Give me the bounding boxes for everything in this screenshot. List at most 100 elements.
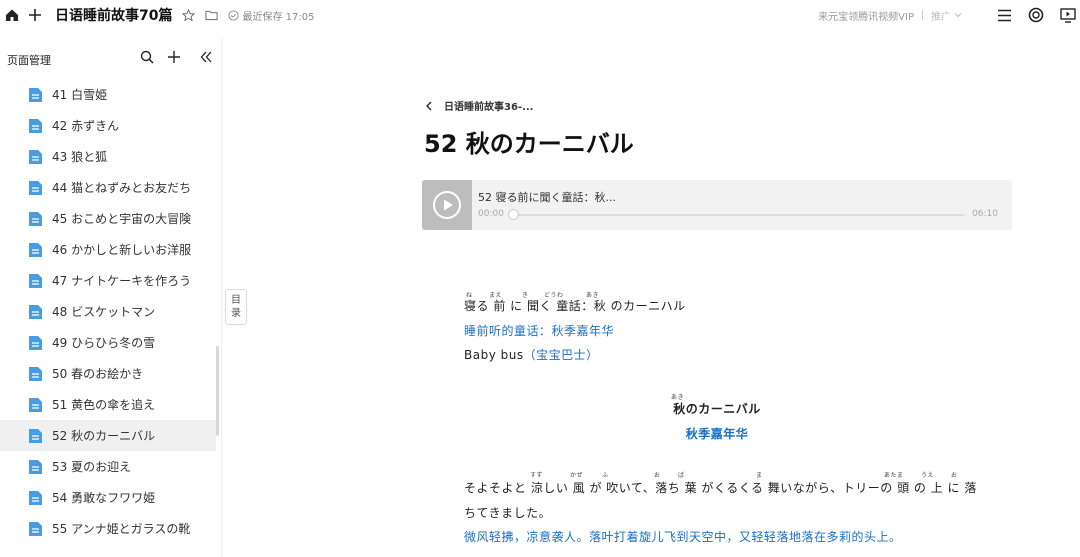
document-file-icon <box>29 335 42 350</box>
sidebar-item-54[interactable]: 54 勇敢なフワワ姫 <box>0 482 216 513</box>
sidebar-item-label: 43 狼と狐 <box>52 150 108 164</box>
document-file-icon <box>29 87 42 102</box>
sidebar-item-label: 47 ナイトケーキを作ろう <box>52 274 192 288</box>
search-icon[interactable] <box>140 50 154 64</box>
document-file-icon <box>29 180 42 195</box>
collapse-sidebar-icon[interactable] <box>199 50 213 64</box>
sidebar-item-label: 50 春のお絵かき <box>52 367 144 381</box>
audio-progress-track[interactable] <box>512 214 964 216</box>
document-file-icon <box>29 428 42 443</box>
sidebar-item-label: 49 ひらひら冬の雪 <box>52 336 156 350</box>
sidebar-title: 页面管理 <box>7 54 51 67</box>
promo-label[interactable]: 推广 <box>931 8 951 23</box>
ruby-reading: ば <box>678 472 685 479</box>
play-icon <box>433 191 461 219</box>
sidebar-item-50[interactable]: 50 春のお絵かき <box>0 358 216 389</box>
vip-promo-link[interactable]: 来元宝领腾讯视频VIP <box>818 8 914 23</box>
play-button[interactable] <box>422 180 472 230</box>
sidebar-item-label: 54 勇敢なフワワ姫 <box>52 491 156 505</box>
story-heading-japanese: 秋のカーニバル <box>673 402 761 416</box>
source-name-chinese: （宝宝巴士） <box>523 348 599 362</box>
sidebar-item-49[interactable]: 49 ひらひら冬の雪 <box>0 327 216 358</box>
document-file-icon <box>29 304 42 319</box>
audio-player: 52 寝る前に聞く童話：秋... 00:00 06:10 <box>422 180 1012 230</box>
divider <box>922 10 923 20</box>
ruby-reading: あたま <box>884 472 904 479</box>
subtitle-japanese: 寝る 前 に 聞く 童話：秋 のカーニハル <box>464 299 686 313</box>
table-of-contents-tab[interactable]: 目 录 <box>225 289 247 325</box>
sidebar-item-52-active[interactable]: 52 秋のカーニバル <box>0 420 216 451</box>
audio-current-time: 00:00 <box>478 209 504 219</box>
add-icon[interactable] <box>28 8 42 22</box>
sidebar-item-45[interactable]: 45 おこめと宇宙の大冒険 <box>0 203 216 234</box>
present-icon[interactable] <box>1060 7 1076 23</box>
ruby-reading: お <box>654 472 661 479</box>
ruby-reading: ふ <box>602 472 609 479</box>
top-bar: 日语睡前故事70篇 最近保存 17:05 来元宝领腾讯视频VIP 推广 <box>0 0 1080 30</box>
breadcrumb[interactable]: 日语睡前故事36-... <box>424 98 533 113</box>
paragraph-japanese-continued: ちてきました。 <box>464 506 552 520</box>
sidebar-scrollbar[interactable] <box>216 346 219 436</box>
sidebar-header: 页面管理 <box>0 38 221 78</box>
add-page-icon[interactable] <box>167 50 181 64</box>
source-name: Baby bus <box>464 348 524 362</box>
menu-icon[interactable] <box>996 7 1012 23</box>
sidebar-item-label: 42 赤ずきん <box>52 119 120 133</box>
sidebar-item-label: 44 猫とねずみとお友だち <box>52 181 192 195</box>
ruby-reading: お <box>951 472 958 479</box>
document-file-icon <box>29 149 42 164</box>
page-title: 52 秋のカーニバル <box>424 130 634 158</box>
document-file-icon <box>29 459 42 474</box>
sidebar-item-53[interactable]: 53 夏のお迎え <box>0 451 216 482</box>
sidebar-item-42[interactable]: 42 赤ずきん <box>0 110 216 141</box>
page-list: 41 白雪姫 42 赤ずきん 43 狼と狐 44 猫とねずみとお友だち 45 お… <box>0 79 216 544</box>
audio-duration: 06:10 <box>972 209 998 219</box>
document-file-icon <box>29 211 42 226</box>
subtitle-chinese: 睡前听的童话：秋季嘉年华 <box>464 324 615 338</box>
document-file-icon <box>29 242 42 257</box>
document-file-icon <box>29 397 42 412</box>
chevron-down-icon[interactable] <box>954 11 962 19</box>
audio-progress-handle[interactable] <box>508 209 519 220</box>
save-status: 最近保存 17:05 <box>242 11 315 23</box>
sidebar-item-label: 45 おこめと宇宙の大冒険 <box>52 212 192 226</box>
ruby-reading: うえ <box>921 472 935 479</box>
page-sidebar: 页面管理 41 白雪姫 42 赤ずきん 43 狼と狐 44 猫とねずみとお友だち… <box>0 38 222 557</box>
sidebar-item-43[interactable]: 43 狼と狐 <box>0 141 216 172</box>
ai-assistant-icon[interactable] <box>1028 7 1044 23</box>
sidebar-item-label: 55 アンナ姫とガラスの靴 <box>52 522 191 536</box>
breadcrumb-parent[interactable]: 日语睡前故事36-... <box>444 98 533 113</box>
chevron-left-icon[interactable] <box>424 101 434 111</box>
paragraph-chinese: 微风轻拂，凉意袭人。落叶打着旋儿飞到天空中，又轻轻落地落在多莉的头上。 <box>464 530 902 544</box>
saved-check-icon <box>228 9 240 21</box>
document-file-icon <box>29 366 42 381</box>
toc-label-2: 录 <box>231 308 241 319</box>
toc-label-1: 目 <box>231 295 241 306</box>
story-heading-chinese: 秋季嘉年华 <box>685 427 749 441</box>
sidebar-item-44[interactable]: 44 猫とねずみとお友だち <box>0 172 216 203</box>
sidebar-item-label: 41 白雪姫 <box>52 88 108 102</box>
sidebar-item-label: 46 かかしと新しいお洋服 <box>52 243 192 257</box>
folder-icon[interactable] <box>205 9 219 22</box>
sidebar-item-51[interactable]: 51 黄色の傘を追え <box>0 389 216 420</box>
document-file-icon <box>29 521 42 536</box>
star-icon[interactable] <box>182 8 196 22</box>
sidebar-item-46[interactable]: 46 かかしと新しいお洋服 <box>0 234 216 265</box>
document-title[interactable]: 日语睡前故事70篇 <box>55 5 172 25</box>
document-file-icon <box>29 273 42 288</box>
sidebar-item-55[interactable]: 55 アンナ姫とガラスの靴 <box>0 513 216 544</box>
ruby-reading: かぜ <box>570 472 584 479</box>
sidebar-item-41[interactable]: 41 白雪姫 <box>0 79 216 110</box>
document-file-icon <box>29 490 42 505</box>
sidebar-item-48[interactable]: 48 ビスケットマン <box>0 296 216 327</box>
ruby-reading: ま <box>756 472 763 479</box>
sidebar-item-label: 53 夏のお迎え <box>52 460 132 474</box>
sidebar-item-label: 48 ビスケットマン <box>52 305 156 319</box>
audio-title: 52 寝る前に聞く童話：秋... <box>478 191 616 204</box>
source-line: Baby bus（宝宝巴士） <box>464 346 599 363</box>
document-file-icon <box>29 118 42 133</box>
home-icon[interactable] <box>5 8 19 22</box>
sidebar-item-label: 51 黄色の傘を追え <box>52 398 156 412</box>
sidebar-item-47[interactable]: 47 ナイトケーキを作ろう <box>0 265 216 296</box>
paragraph-japanese: そよそよと 涼しい 風 が 吹いて、落ち 葉 がくるくる 舞いながら、トリーの … <box>464 481 977 495</box>
